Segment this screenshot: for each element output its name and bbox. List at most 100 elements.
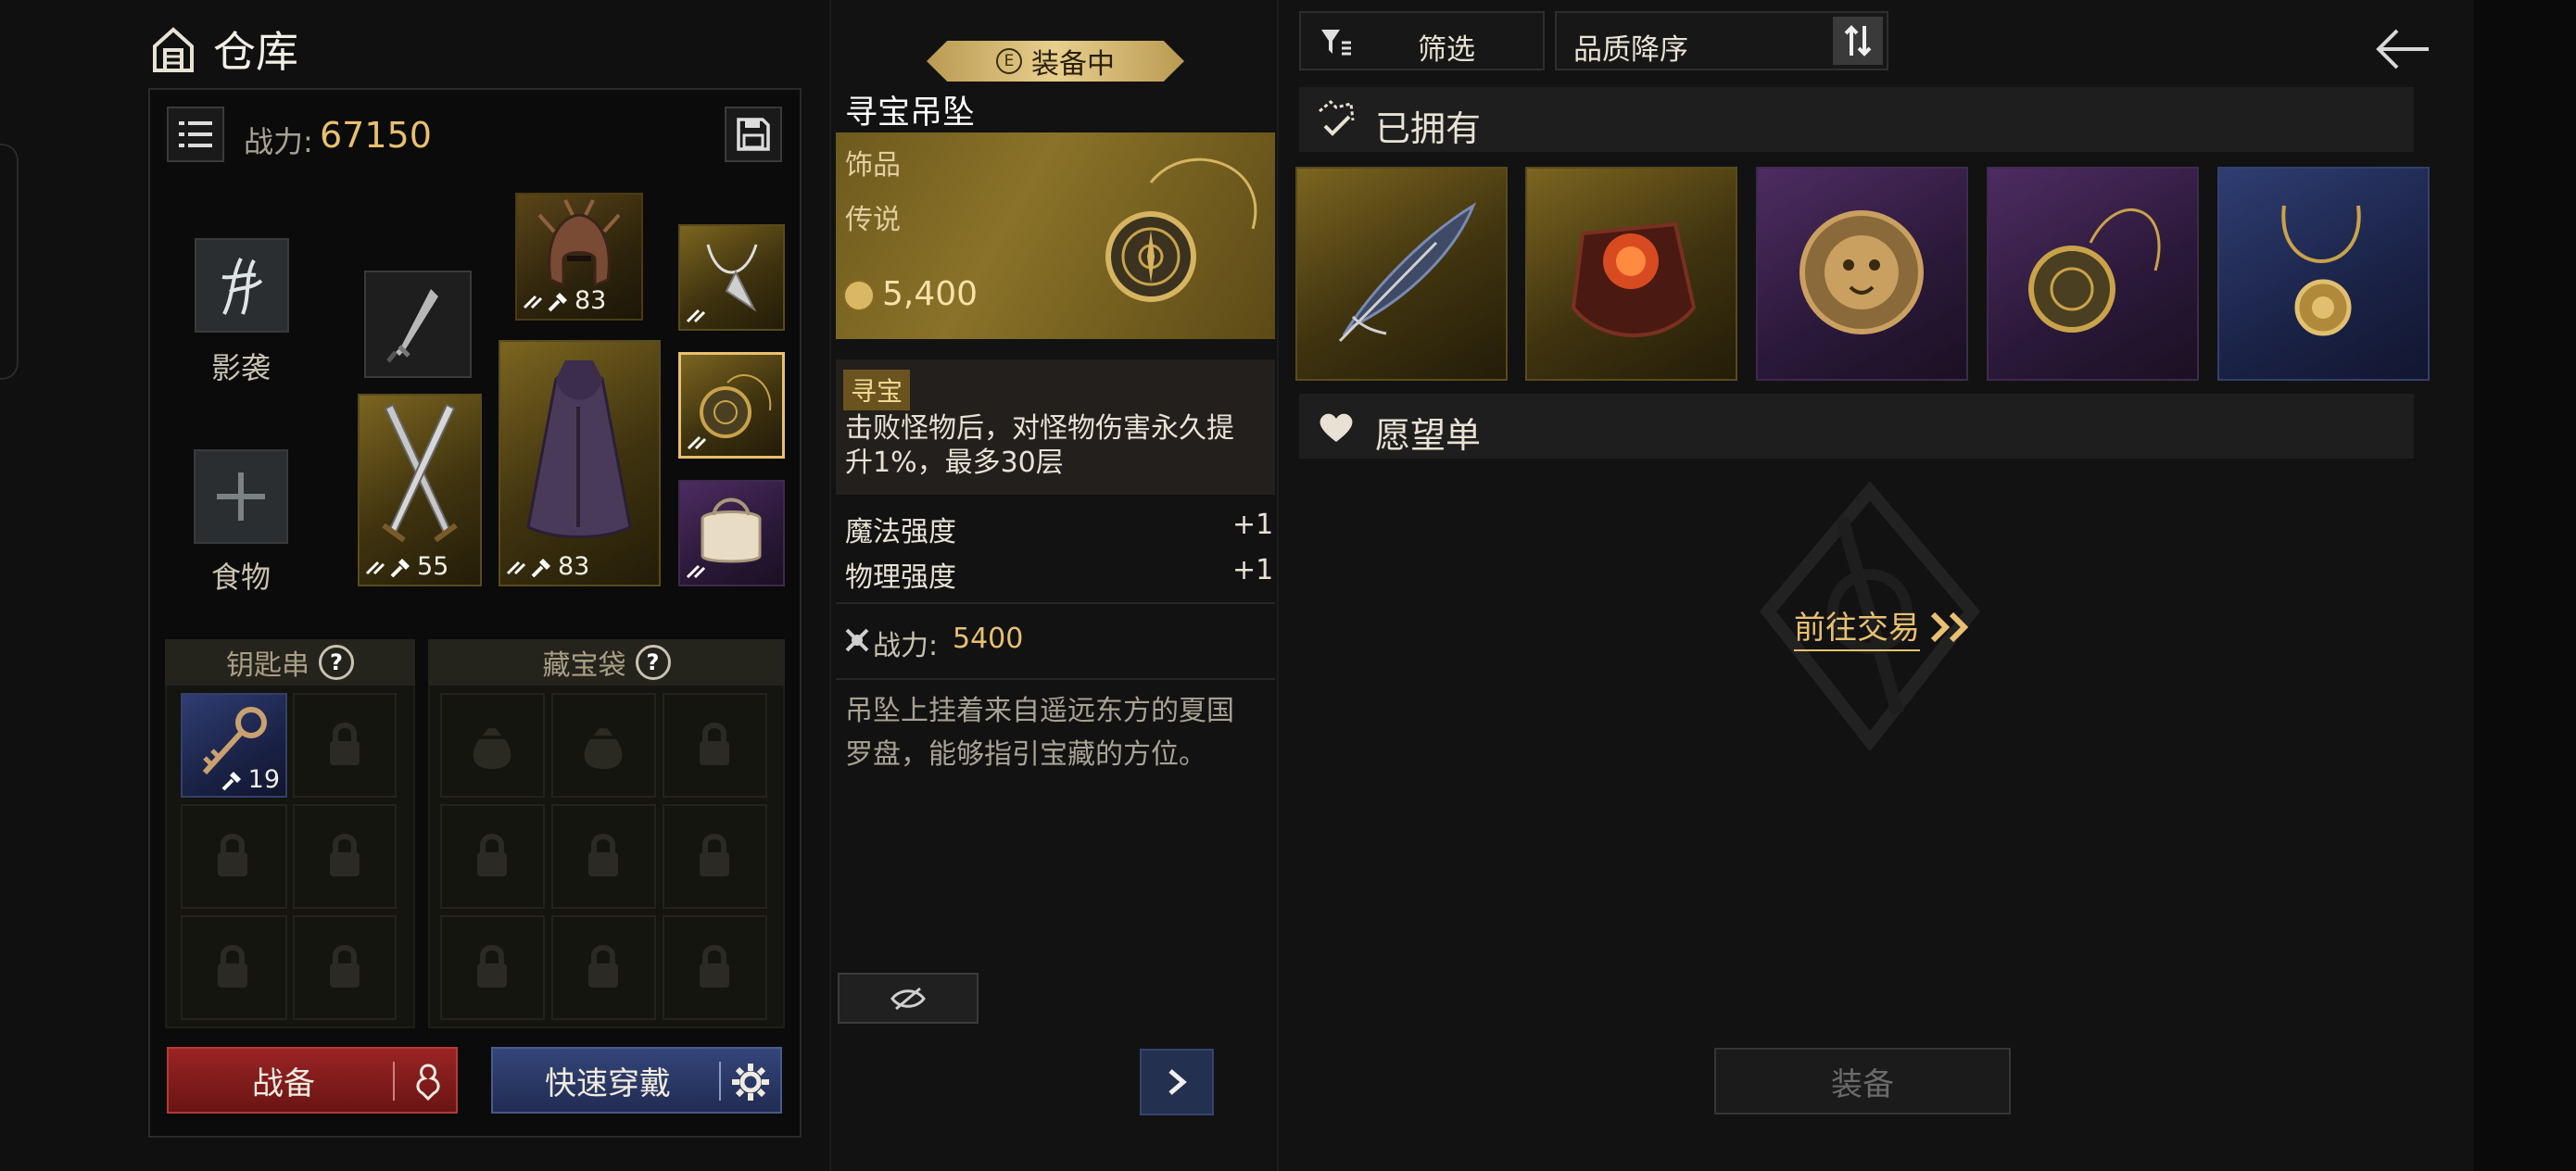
shadow-skill-slot[interactable] <box>195 238 289 333</box>
compass-pendant-icon <box>2028 208 2161 333</box>
owned-item[interactable] <box>1295 167 1508 381</box>
crossed-swords-icon <box>382 403 458 543</box>
sort-arrows-icon <box>1844 25 1872 57</box>
locked-slot <box>293 915 397 1020</box>
keyring-title: 钥匙串 <box>226 649 309 682</box>
treasure-bag-title: 藏宝袋 <box>542 649 626 682</box>
back-arrow-icon <box>2376 29 2429 69</box>
lock-icon <box>700 834 729 876</box>
stat-value: +1 <box>1232 554 1274 586</box>
hammer-icon <box>390 558 410 577</box>
bag-slot[interactable] <box>678 480 785 586</box>
sort-label: 品质降序 <box>1573 33 1688 67</box>
helmet-slot[interactable]: 83 <box>515 193 643 321</box>
locked-slot <box>440 804 545 909</box>
locked-slot <box>440 915 545 1020</box>
lock-icon <box>477 834 507 876</box>
pendant-slot-selected[interactable] <box>678 352 785 459</box>
skill-tag: 寻宝 <box>843 370 911 410</box>
next-button[interactable] <box>1140 1049 1214 1115</box>
wishlist-section-header: 愿望单 <box>1299 394 2414 459</box>
weapon-slot[interactable]: 55 <box>358 394 482 586</box>
plus-icon <box>217 472 265 521</box>
chevron-right-icon <box>1168 1069 1187 1095</box>
locked-slot <box>293 804 397 909</box>
feather-icon <box>1338 202 1477 343</box>
heart-icon <box>1320 413 1353 442</box>
owned-item[interactable] <box>1525 167 1737 381</box>
skill-description: 击败怪物后，对怪物伤害永久提升1%，最多30层 <box>845 412 1234 479</box>
helmet-icon <box>537 199 621 288</box>
owned-item[interactable] <box>2217 167 2430 381</box>
armor-slot[interactable]: 83 <box>499 340 661 586</box>
gold-necklace-icon <box>2281 205 2361 336</box>
save-preset-button[interactable] <box>725 107 782 162</box>
quick-equip-button[interactable]: 快速穿戴 <box>491 1047 782 1114</box>
weapon-level: 55 <box>417 552 449 581</box>
edge-background <box>2474 0 2576 1171</box>
key-badge: 19 <box>221 765 280 794</box>
sort-order-toggle[interactable] <box>1833 17 1883 65</box>
dagger-slot[interactable] <box>364 271 472 378</box>
lock-icon <box>218 945 247 988</box>
item-power-label: 战力: <box>873 630 939 662</box>
armor-level: 83 <box>558 552 590 581</box>
item-rarity: 传说 <box>845 204 901 236</box>
lock-icon <box>330 834 360 876</box>
quick-equip-label: 快速穿戴 <box>545 1064 671 1102</box>
owned-item[interactable] <box>1987 167 2199 381</box>
empty-bag-slot[interactable] <box>440 693 545 798</box>
locked-slot <box>551 915 656 1020</box>
hammer-icon <box>548 292 567 311</box>
empty-bag-slot[interactable] <box>551 693 656 798</box>
bind-icon <box>686 564 706 579</box>
locked-slot <box>663 804 767 909</box>
food-slot[interactable] <box>194 449 288 544</box>
stat-name: 魔法强度 <box>845 516 956 548</box>
battle-prep-label: 战备 <box>252 1064 315 1102</box>
treasure-bag-header: 藏宝袋 ? <box>428 639 785 686</box>
locked-slot <box>181 804 287 909</box>
equipped-e-icon: E <box>996 48 1022 74</box>
lock-icon <box>588 834 618 876</box>
lock-icon <box>477 945 507 988</box>
lion-ring-icon <box>1799 210 1924 334</box>
treasure-bag-help-icon[interactable]: ? <box>635 645 671 680</box>
equip-button[interactable]: 装备 <box>1714 1048 2011 1114</box>
locked-slot <box>663 915 767 1020</box>
filter-button[interactable]: 筛选 <box>1299 11 1545 70</box>
divider <box>836 602 1275 604</box>
item-description: 吊坠上挂着来自遥远东方的夏国罗盘，能够指引宝藏的方位。 <box>845 695 1234 771</box>
red-gem-icon <box>1571 221 1697 337</box>
locked-slot <box>181 915 287 1020</box>
stat-name: 物理强度 <box>845 561 956 594</box>
left-edge-tab[interactable] <box>0 144 19 380</box>
gear-icon <box>732 1064 769 1101</box>
back-button[interactable] <box>2372 19 2433 80</box>
keyring-help-icon[interactable]: ? <box>319 645 354 680</box>
hammer-icon <box>221 771 241 790</box>
helmet-level: 83 <box>575 286 607 315</box>
locked-slot <box>551 804 656 909</box>
food-label: 食物 <box>211 560 271 595</box>
battle-prep-button[interactable]: 战备 <box>167 1047 458 1114</box>
armor-badge: 83 <box>506 552 589 581</box>
menu-button[interactable] <box>167 107 224 162</box>
keyring-header: 钥匙串 ? <box>165 639 415 686</box>
divider <box>719 1062 721 1101</box>
necklace-slot[interactable] <box>678 224 785 331</box>
moneybag-icon <box>473 728 511 769</box>
eye-off-icon <box>890 987 926 1010</box>
lock-icon <box>330 945 360 988</box>
hide-toggle-button[interactable] <box>838 973 979 1024</box>
go-to-trade-link[interactable]: 前往交易 <box>1794 602 1974 651</box>
power-value: 67150 <box>320 115 432 156</box>
item-price: 5,400 <box>882 275 979 313</box>
item-power-value: 5400 <box>953 623 1024 655</box>
helmet-badge: 83 <box>523 286 606 315</box>
bind-icon <box>506 560 526 574</box>
sort-dropdown[interactable]: 品质降序 <box>1555 11 1888 70</box>
owned-item[interactable] <box>1756 167 1968 381</box>
key-slot[interactable]: 19 <box>181 693 287 798</box>
bind-icon <box>687 435 707 450</box>
